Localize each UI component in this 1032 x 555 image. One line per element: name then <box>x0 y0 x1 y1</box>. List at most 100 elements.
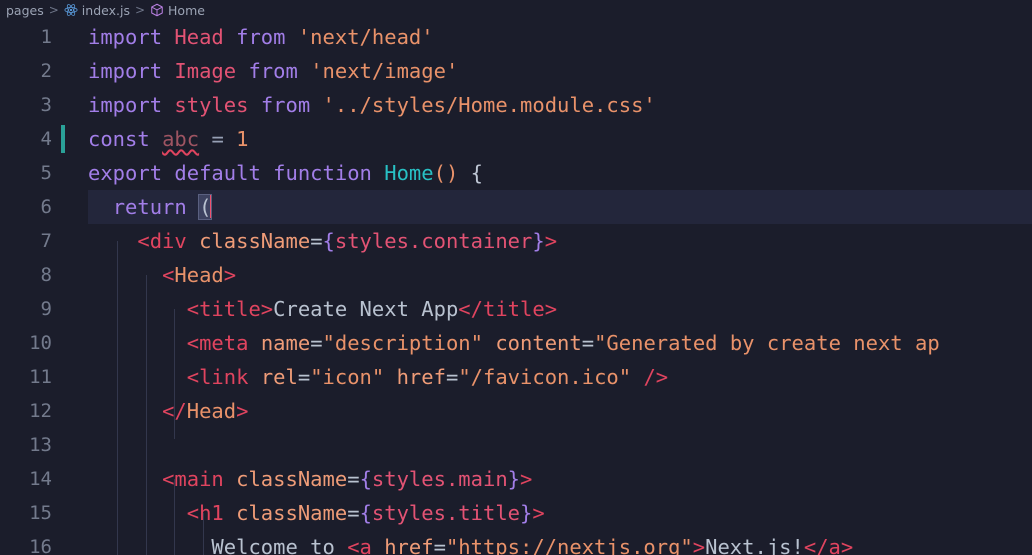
code-line[interactable]: 11 <link rel="icon" href="/favicon.ico" … <box>0 360 1032 394</box>
token-equals-2: = <box>581 331 595 355</box>
token-equals: = <box>347 501 360 525</box>
code-line[interactable]: 4 const abc = 1 <box>0 122 1032 156</box>
token-jsx-attribute-2: content <box>495 331 582 355</box>
token-parens: () <box>433 161 459 185</box>
line-number: 2 <box>40 60 52 82</box>
token-equals: = <box>433 535 446 555</box>
line-number: 9 <box>40 298 52 320</box>
code-line[interactable]: 1 import Head from 'next/head' <box>0 20 1032 54</box>
line-content: <main className={styles.main}> <box>88 462 532 496</box>
token-jsx-selfclose: /> <box>643 365 669 389</box>
code-line[interactable]: 15 <h1 className={styles.title}> <box>0 496 1032 530</box>
code-line-empty[interactable]: 13 <box>0 428 1032 462</box>
breadcrumb-item-index-js[interactable]: index.js <box>64 3 130 18</box>
code-line[interactable]: 9 <title>Create Next App</title> <box>0 292 1032 326</box>
line-content: return ( <box>88 190 213 224</box>
line-number: 1 <box>40 26 52 48</box>
token-identifier: Image <box>174 59 237 83</box>
token-jsx-attribute: name <box>260 331 311 355</box>
token-keyword-export: export <box>88 161 163 185</box>
token-curly-open: { <box>359 467 372 491</box>
line-number: 16 <box>29 536 52 555</box>
line-content: Welcome to <a href="https://nextjs.org">… <box>88 530 853 555</box>
line-content: import Image from 'next/image' <box>88 54 458 88</box>
line-number: 8 <box>40 264 52 286</box>
token-jsx-gt: > <box>692 535 706 555</box>
token-jsx-bracket-close: > <box>223 263 237 287</box>
line-number: 12 <box>29 400 52 422</box>
line-content: const abc = 1 <box>88 122 248 156</box>
line-content: <Head> <box>88 258 236 292</box>
token-equals: = <box>310 229 323 253</box>
line-content: <h1 className={styles.title}> <box>88 496 545 530</box>
code-line[interactable]: 10 <meta name="description" content="Gen… <box>0 326 1032 360</box>
token-identifier: styles <box>174 93 249 117</box>
token-equals: = <box>347 467 360 491</box>
token-operator: = <box>211 127 224 151</box>
line-number: 6 <box>40 196 52 218</box>
token-anchor-tag: <a <box>347 535 385 555</box>
breadcrumb-label-pages: pages <box>6 2 44 18</box>
line-content: <link rel="icon" href="/favicon.ico" /> <box>88 360 668 394</box>
line-content: import styles from '../styles/Home.modul… <box>88 88 656 122</box>
token-jsx-attribute: className <box>236 467 348 491</box>
line-content: </Head> <box>88 394 248 428</box>
token-keyword: import <box>88 93 163 117</box>
git-modified-marker <box>61 125 65 153</box>
token-attribute-value: "description" <box>322 331 483 355</box>
breadcrumb-label-home: Home <box>168 2 205 18</box>
token-jsx-bracket: </ <box>162 399 187 423</box>
token-jsx-component: Head <box>186 399 237 423</box>
token-keyword: import <box>88 59 163 83</box>
token-jsx-bracket: < <box>162 263 175 287</box>
code-line-active[interactable]: 6 return ( <box>0 190 1032 224</box>
breadcrumb-item-pages[interactable]: pages <box>6 3 44 18</box>
token-jsx-expression: styles.main <box>371 467 508 491</box>
code-line[interactable]: 3 import styles from '../styles/Home.mod… <box>0 88 1032 122</box>
token-identifier: Head <box>174 25 224 49</box>
token-equals: = <box>297 365 311 389</box>
code-line[interactable]: 2 import Image from 'next/image' <box>0 54 1032 88</box>
token-keyword-function: function <box>273 161 372 185</box>
code-line[interactable]: 8 <Head> <box>0 258 1032 292</box>
token-jsx-attribute: href <box>384 535 434 555</box>
token-link-text: Next.js! <box>705 535 804 555</box>
token-jsx-attribute: className <box>199 229 311 253</box>
token-jsx-text: Create Next App <box>273 297 459 321</box>
token-url-link[interactable]: "https://nextjs.org" <box>446 535 693 555</box>
code-line[interactable]: 12 </Head> <box>0 394 1032 428</box>
token-jsx-tag-close: > <box>520 467 533 491</box>
token-brace: { <box>470 161 483 185</box>
line-number: 13 <box>29 434 52 456</box>
token-jsx-text: Welcome to <box>211 535 348 555</box>
token-keyword-from: from <box>248 59 298 83</box>
line-content: <title>Create Next App</title> <box>88 292 557 326</box>
code-line[interactable]: 5 export default function Home() { <box>0 156 1032 190</box>
token-curly-close: } <box>532 229 545 253</box>
token-jsx-tag-open: <meta <box>186 331 249 355</box>
token-jsx-component: Head <box>174 263 224 287</box>
active-line-highlight <box>88 190 1032 224</box>
code-line[interactable]: 14 <main className={styles.main}> <box>0 462 1032 496</box>
line-content: <meta name="description" content="Genera… <box>88 326 940 360</box>
token-curly-open: { <box>359 501 372 525</box>
token-curly-close: } <box>520 501 533 525</box>
line-number: 15 <box>29 502 52 524</box>
breadcrumb-label-index-js: index.js <box>81 2 130 18</box>
code-line[interactable]: 16 Welcome to <a href="https://nextjs.or… <box>0 530 1032 555</box>
token-jsx-expression: styles.container <box>334 229 533 253</box>
line-number: 5 <box>40 162 52 184</box>
breadcrumb: pages > index.js > Home <box>0 0 1032 20</box>
token-equals: = <box>310 331 323 355</box>
breadcrumb-item-home[interactable]: Home <box>150 3 205 18</box>
breadcrumb-separator: > <box>48 3 59 17</box>
token-jsx-attribute: rel <box>260 365 298 389</box>
line-number: 14 <box>29 468 52 490</box>
code-line[interactable]: 7 <div className={styles.container}> <box>0 224 1032 258</box>
token-jsx-tag: <h1 <box>186 501 224 525</box>
line-number: 4 <box>40 128 52 150</box>
token-function-name: Home <box>384 161 434 185</box>
code-editor[interactable]: 1 import Head from 'next/head' 2 import … <box>0 20 1032 555</box>
token-string: '../styles/Home.module.css' <box>322 93 656 117</box>
token-keyword-from: from <box>236 25 286 49</box>
